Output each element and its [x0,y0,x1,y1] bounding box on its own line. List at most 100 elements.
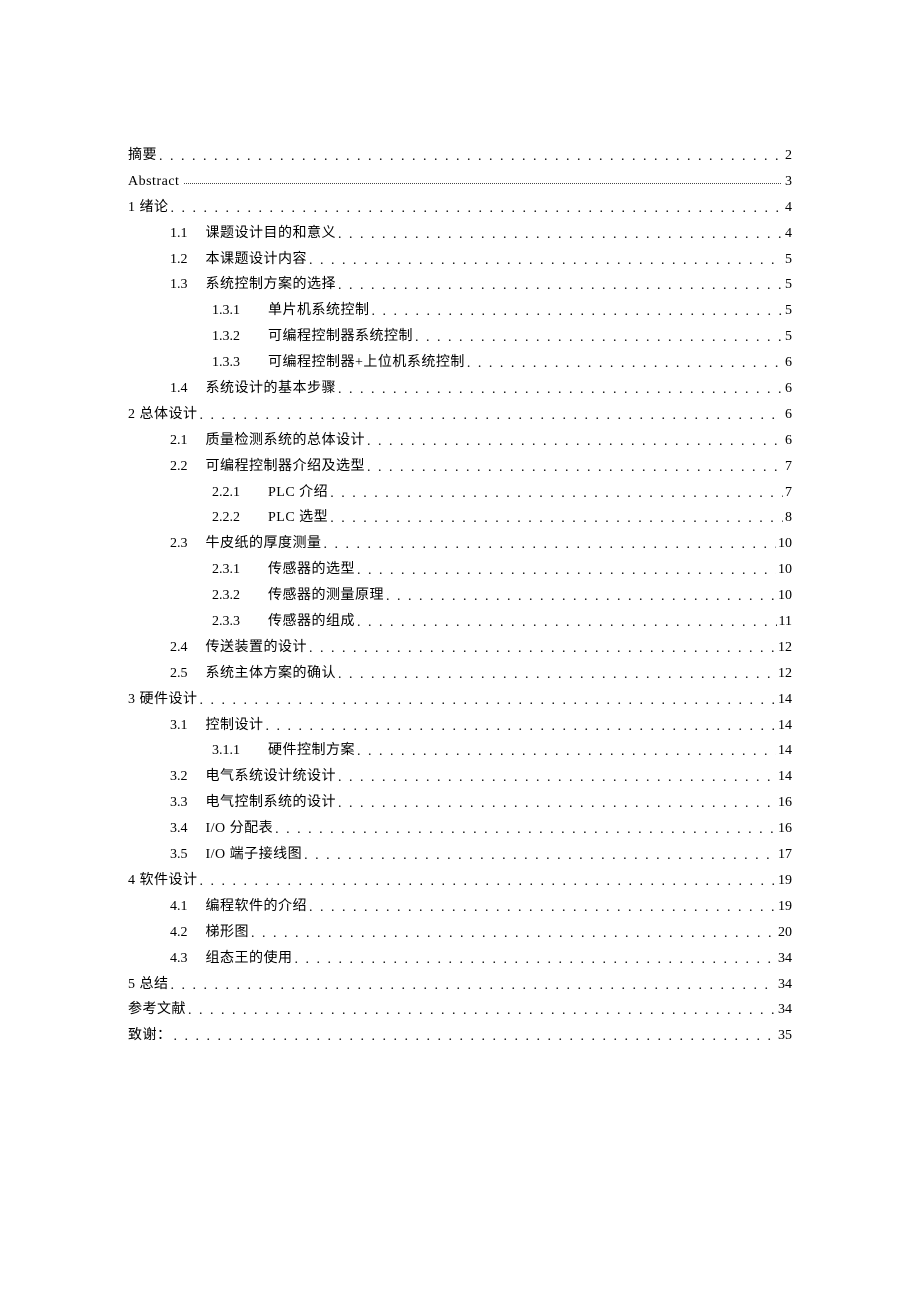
toc-entry-page: 19 [778,896,792,918]
toc-entry-title: 系统设计的基本步骤 [206,378,337,400]
toc-entry-title: 梯形图 [206,922,250,944]
toc-leader-dots: . . . . . . . . . . . . . . . . . . . . … [415,327,783,349]
toc-entry: 3.2电气系统设计统设计. . . . . . . . . . . . . . … [170,766,792,788]
toc-entry-page: 14 [778,740,792,762]
toc-entry: 2 总体设计. . . . . . . . . . . . . . . . . … [128,404,792,426]
toc-entry-page: 16 [778,818,792,840]
toc-entry: Abstract................................… [128,171,792,193]
toc-entry-number: 3.4 [170,818,188,840]
toc-entry-number: 3.2 [170,766,188,788]
toc-entry: 2.4传送装置的设计. . . . . . . . . . . . . . . … [170,637,792,659]
toc-entry-title: PLC 介绍 [268,482,328,504]
toc-entry-title: 系统主体方案的确认 [206,663,337,685]
toc-leader-dots: . . . . . . . . . . . . . . . . . . . . … [330,483,783,505]
toc-entry: 1.3.1 单片机系统控制. . . . . . . . . . . . . . … [212,300,792,322]
toc-entry: 3.1.1硬件控制方案. . . . . . . . . . . . . . .… [212,740,792,762]
toc-entry-page: 14 [778,715,792,737]
toc-entry-page: 6 [785,352,792,374]
toc-entry-page: 34 [778,948,792,970]
toc-leader-dots: . . . . . . . . . . . . . . . . . . . . … [309,638,776,660]
toc-leader-dots: . . . . . . . . . . . . . . . . . . . . … [174,1026,777,1048]
toc-entry-number: 4.1 [170,896,188,918]
toc-entry-title: 传感器的测量原理 [268,585,384,607]
toc-entry: 2.2.1PLC 介绍. . . . . . . . . . . . . . .… [212,482,792,504]
toc-entry: 1 绪论. . . . . . . . . . . . . . . . . . … [128,197,792,219]
toc-leader-dots: . . . . . . . . . . . . . . . . . . . . … [338,767,776,789]
toc-entry-number: 2.5 [170,663,188,685]
toc-entry-page: 16 [778,792,792,814]
toc-entry-page: 12 [778,637,792,659]
toc-leader-dots: . . . . . . . . . . . . . . . . . . . . … [200,690,777,712]
toc-entry-number: 2.2.2 [212,507,240,529]
toc-entry-number: 2.3.3 [212,611,240,633]
toc-entry: 4.3组态王的使用. . . . . . . . . . . . . . . .… [170,948,792,970]
toc-leader-dots: . . . . . . . . . . . . . . . . . . . . … [338,379,783,401]
toc-entry-number: 1.3.1 [212,300,240,322]
toc-entry: 2.3.1传感器的选型. . . . . . . . . . . . . . .… [212,559,792,581]
toc-entry-page: 20 [778,922,792,944]
toc-leader-dots: . . . . . . . . . . . . . . . . . . . . … [251,923,776,945]
toc-entry-page: 6 [785,378,792,400]
toc-entry-title: 组态王的使用 [206,948,293,970]
toc-entry-title: Abstract [128,171,179,193]
toc-leader-dots: . . . . . . . . . . . . . . . . . . . . … [275,819,776,841]
toc-leader-dots: . . . . . . . . . . . . . . . . . . . . … [295,949,777,971]
table-of-contents: 摘要. . . . . . . . . . . . . . . . . . . … [128,145,792,1048]
toc-entry: 3.5I/O 端子接线图. . . . . . . . . . . . . . … [170,844,792,866]
toc-leader-dots: . . . . . . . . . . . . . . . . . . . . … [171,198,784,220]
toc-entry-title: 课题设计目的和意义 [206,223,337,245]
toc-entry-number: 4.2 [170,922,188,944]
toc-entry-number: 2.3 [170,533,188,555]
toc-entry-title: 5 总结 [128,974,169,996]
toc-entry-number: 3.1.1 [212,740,240,762]
toc-entry: 1.3.3 可编程控制器+上位机系统控制. . . . . . . . . . .… [212,352,792,374]
toc-leader-dots: . . . . . . . . . . . . . . . . . . . . … [372,301,784,323]
toc-entry-number: 1.3 [170,274,188,296]
toc-entry: 1.1课题设计目的和意义. . . . . . . . . . . . . . … [170,223,792,245]
toc-entry: 致谢：. . . . . . . . . . . . . . . . . . .… [128,1025,792,1047]
toc-entry-title: I/O 分配表 [206,818,274,840]
toc-entry-title: 控制设计 [206,715,264,737]
toc-entry-number: 2.1 [170,430,188,452]
toc-entry-page: 4 [785,223,792,245]
toc-entry-number: 2.4 [170,637,188,659]
toc-entry: 3.4 I/O 分配表. . . . . . . . . . . . . . . … [170,818,792,840]
toc-entry-page: 34 [778,974,792,996]
toc-leader-dots: . . . . . . . . . . . . . . . . . . . . … [200,871,777,893]
toc-entry-page: 10 [778,585,792,607]
toc-entry-page: 11 [779,611,792,633]
toc-entry-title: 本课题设计内容 [206,249,308,271]
toc-leader-dots: . . . . . . . . . . . . . . . . . . . . … [386,586,776,608]
toc-entry-page: 14 [778,689,792,711]
toc-entry-title: 致谢： [128,1025,172,1047]
toc-leader-dots: ........................................… [183,176,781,189]
toc-leader-dots: . . . . . . . . . . . . . . . . . . . . … [338,275,783,297]
toc-entry-title: 摘要 [128,145,157,167]
toc-entry-title: 可编程控制器+上位机系统控制 [268,352,465,374]
toc-entry-number: 3.5 [170,844,188,866]
toc-leader-dots: . . . . . . . . . . . . . . . . . . . . … [309,250,783,272]
toc-entry-number: 1.3.3 [212,352,240,374]
toc-leader-dots: . . . . . . . . . . . . . . . . . . . . … [159,146,783,168]
toc-entry-title: 传感器的选型 [268,559,355,581]
toc-entry-number: 1.3.2 [212,326,240,348]
toc-entry: 4.2 梯形图. . . . . . . . . . . . . . . . . … [170,922,792,944]
toc-entry-page: 10 [778,559,792,581]
toc-entry-page: 6 [785,430,792,452]
toc-entry-number: 3.1 [170,715,188,737]
toc-entry: 3.3电气控制系统的设计. . . . . . . . . . . . . . … [170,792,792,814]
toc-entry-page: 6 [785,404,792,426]
toc-leader-dots: . . . . . . . . . . . . . . . . . . . . … [467,353,783,375]
toc-entry-title: 1 绪论 [128,197,169,219]
toc-entry: 2.1质量检测系统的总体设计. . . . . . . . . . . . . … [170,430,792,452]
toc-entry: 1.2本课题设计内容. . . . . . . . . . . . . . . … [170,249,792,271]
toc-entry: 2.3牛皮纸的厚度测量. . . . . . . . . . . . . . .… [170,533,792,555]
toc-entry-title: 单片机系统控制 [268,300,370,322]
toc-leader-dots: . . . . . . . . . . . . . . . . . . . . … [367,431,783,453]
toc-entry-page: 5 [785,300,792,322]
toc-entry-page: 5 [785,249,792,271]
toc-entry-title: 参考文献 [128,999,186,1021]
toc-leader-dots: . . . . . . . . . . . . . . . . . . . . … [367,457,783,479]
toc-entry: 4 软件设计. . . . . . . . . . . . . . . . . … [128,870,792,892]
toc-entry-page: 5 [785,274,792,296]
